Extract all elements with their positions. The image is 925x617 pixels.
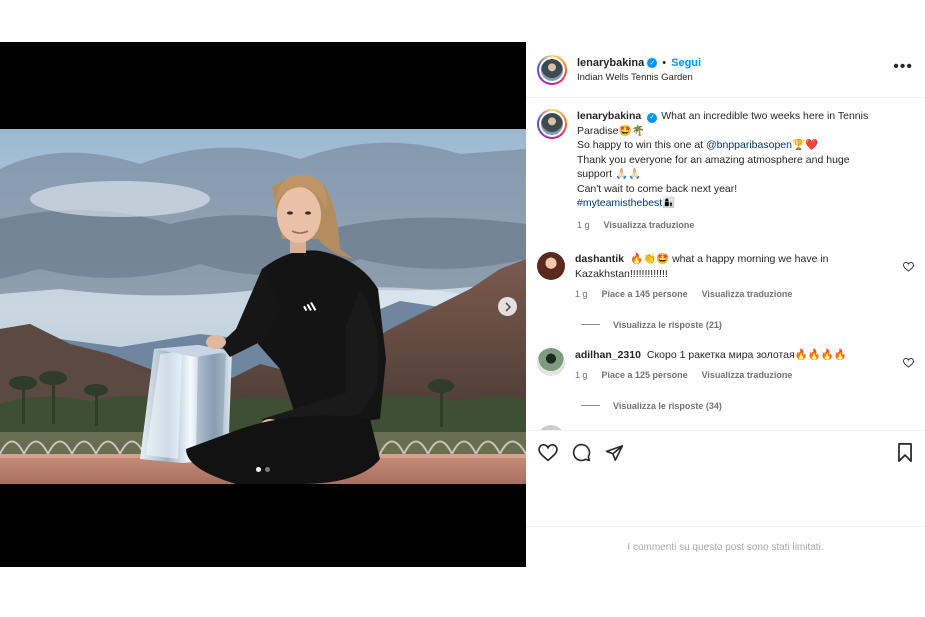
share-button[interactable]	[605, 444, 624, 462]
comment-item: adilhan_2310 Скоро 1 ракетка мира золота…	[526, 347, 925, 383]
comment-button[interactable]	[572, 443, 591, 462]
caption-line: Thank you everyone for an amazing atmosp…	[577, 153, 850, 166]
hashtag-link[interactable]: #myteamisthebest	[577, 197, 662, 209]
post-media	[0, 42, 526, 567]
view-replies-label: Visualizza le risposte (34)	[613, 400, 722, 411]
more-options-icon[interactable]: •••	[893, 58, 913, 76]
post-photo[interactable]	[0, 129, 526, 525]
caption-timestamp[interactable]: 1 g	[577, 218, 590, 233]
comments-section[interactable]: lenarybakina ✓ What an incredible two week…	[526, 98, 925, 430]
carousel-dot	[265, 467, 270, 472]
view-replies-button[interactable]: Visualizza le risposte (34)	[581, 401, 925, 411]
caption: lenarybakina ✓ What an incredible two week…	[526, 98, 925, 232]
translate-link[interactable]: Visualizza traduzione	[702, 368, 793, 383]
caption-line: Paradise🤩🌴	[577, 124, 645, 137]
verified-badge-icon: ✓	[647, 113, 658, 124]
comment-timestamp[interactable]: 1 g	[575, 368, 588, 383]
translate-link[interactable]: Visualizza traduzione	[604, 218, 695, 233]
caption-line: What an incredible two weeks here in Ten…	[661, 110, 869, 122]
caption-username[interactable]: lenarybakina	[577, 110, 641, 122]
comments-limited-notice: I commenti su questo post sono stati lim…	[526, 526, 925, 568]
caption-line: So happy to win this one at	[577, 139, 706, 151]
caption-emoji: 👩‍👦	[662, 197, 676, 209]
post-actions-bar	[526, 430, 925, 474]
comment-avatar[interactable]	[537, 347, 565, 376]
bookmark-icon	[898, 443, 912, 462]
comment-likes[interactable]: Piace a 125 persone	[602, 368, 688, 383]
carousel-indicator	[0, 467, 526, 472]
post-modal: lenarybakina ✓ • Segui Indian Wells Tenn…	[0, 42, 925, 567]
heart-icon[interactable]	[903, 357, 914, 368]
heart-icon[interactable]	[903, 262, 914, 272]
translate-link[interactable]: Visualizza traduzione	[702, 287, 793, 302]
caption-emoji: 🏆❤️	[791, 139, 819, 151]
post-side-panel: lenarybakina ✓ • Segui Indian Wells Tenn…	[526, 42, 925, 567]
comment-text: Скоро 1 ракетка мира золотая🔥🔥🔥🔥	[646, 348, 847, 361]
mention-link[interactable]: @bnpparibasopen	[706, 139, 792, 151]
avatar[interactable]	[537, 54, 567, 85]
comment-username[interactable]: adilhan_2310	[575, 349, 641, 361]
separator-dot: •	[662, 56, 667, 69]
comment-icon	[572, 443, 591, 462]
follow-button[interactable]: Segui	[671, 57, 701, 69]
heart-icon	[538, 443, 558, 461]
carousel-dot-active	[256, 467, 261, 472]
author-username[interactable]: lenarybakina	[577, 57, 644, 69]
comment-likes[interactable]: Piace a 145 persone	[602, 287, 688, 302]
caption-line: support 🙏🏻🙏🏻	[577, 168, 642, 180]
caption-line: Can't wait to come back next year!	[577, 182, 738, 195]
location-link[interactable]: Indian Wells Tennis Garden	[577, 72, 893, 83]
comment-item: dashantik 🔥👏🤩 what a happy morning we ha…	[526, 252, 925, 302]
comment-username[interactable]: dashantik	[575, 253, 624, 265]
like-button[interactable]	[538, 443, 558, 462]
view-replies-button[interactable]: Visualizza le risposte (21)	[581, 320, 925, 330]
chevron-right-icon	[504, 301, 511, 312]
share-icon	[605, 444, 624, 461]
post-header: lenarybakina ✓ • Segui Indian Wells Tenn…	[526, 42, 925, 98]
comment-timestamp[interactable]: 1 g	[575, 287, 588, 302]
verified-badge-icon: ✓	[647, 57, 658, 68]
save-button[interactable]	[897, 443, 913, 462]
replies-divider	[581, 405, 600, 406]
replies-divider	[581, 324, 600, 325]
view-replies-label: Visualizza le risposte (21)	[613, 319, 722, 330]
comment-avatar[interactable]	[537, 252, 565, 280]
next-slide-button[interactable]	[498, 297, 517, 316]
caption-avatar[interactable]	[537, 109, 567, 139]
